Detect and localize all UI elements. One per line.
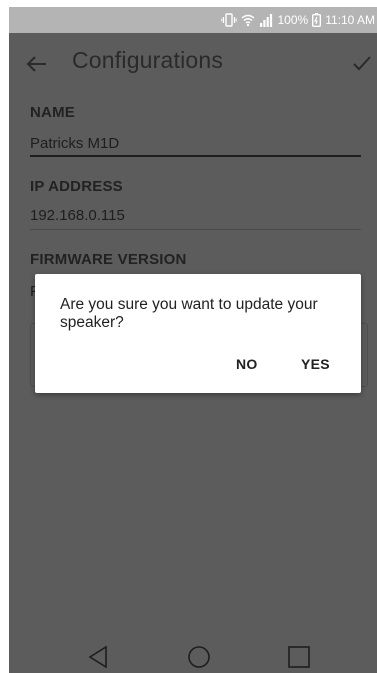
ip-address-divider bbox=[30, 229, 361, 230]
ip-address-value: 192.168.0.115 bbox=[30, 207, 125, 224]
save-button[interactable] bbox=[351, 52, 373, 74]
dialog-message: Are you sure you want to update your spe… bbox=[60, 296, 318, 331]
system-nav-bar bbox=[9, 633, 377, 673]
name-label: NAME bbox=[30, 104, 75, 121]
nav-recents-icon bbox=[288, 646, 310, 668]
name-input[interactable] bbox=[30, 131, 361, 157]
page-title: Configurations bbox=[72, 47, 224, 73]
battery-percent: 100% bbox=[277, 13, 309, 27]
vibrate-icon bbox=[221, 13, 238, 27]
ip-address-label: IP ADDRESS bbox=[30, 178, 123, 195]
no-button[interactable]: NO bbox=[236, 356, 258, 372]
app-bar: Configurations bbox=[9, 33, 377, 93]
status-bar: 100% 11:10 AM bbox=[9, 7, 377, 33]
nav-home-icon bbox=[188, 646, 210, 668]
confirm-update-dialog: Are you sure you want to update your spe… bbox=[35, 274, 361, 393]
arrow-left-icon bbox=[26, 56, 46, 72]
nav-recents-button[interactable] bbox=[286, 644, 312, 670]
signal-icon bbox=[259, 13, 273, 27]
nav-back-icon bbox=[88, 645, 107, 669]
wifi-icon bbox=[241, 13, 255, 27]
check-icon bbox=[353, 56, 371, 71]
firmware-version-label: FIRMWARE VERSION bbox=[30, 251, 187, 268]
battery-icon bbox=[312, 13, 322, 27]
nav-home-button[interactable] bbox=[186, 644, 212, 670]
nav-back-button[interactable] bbox=[86, 644, 112, 670]
clock: 11:10 AM bbox=[325, 13, 375, 27]
yes-button[interactable]: YES bbox=[301, 356, 330, 372]
back-button[interactable] bbox=[25, 51, 51, 77]
device-screen: 100% 11:10 AM Configurations NAME Patric… bbox=[9, 7, 377, 673]
status-icons: 100% 11:10 AM bbox=[221, 7, 375, 33]
